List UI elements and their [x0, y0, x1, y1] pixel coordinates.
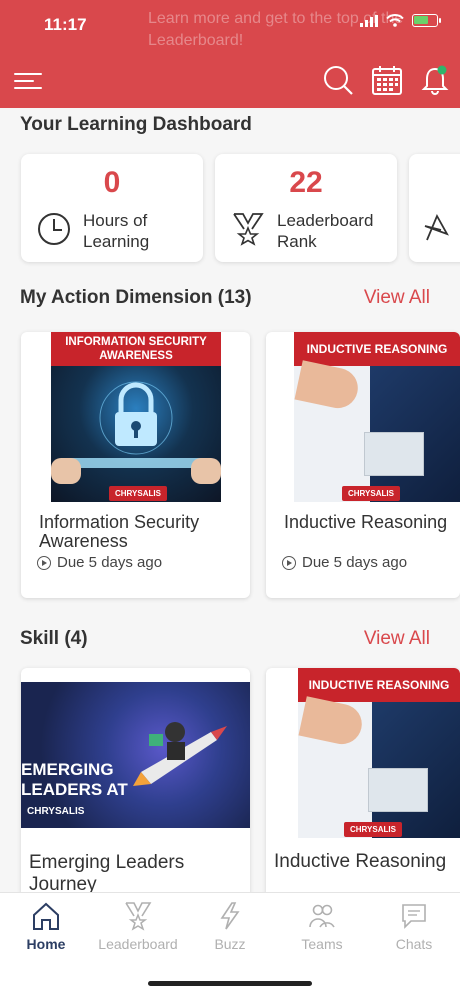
team-icon: [309, 904, 335, 928]
bell-icon[interactable]: [420, 64, 450, 96]
nav-chats-label: Chats: [395, 936, 433, 952]
calendar-icon[interactable]: [371, 64, 403, 96]
course-title: Information Security Awareness: [39, 512, 200, 551]
third-stat-card[interactable]: [409, 154, 460, 262]
due-text: Due 5 days ago: [302, 554, 408, 571]
play-circle-icon: [282, 555, 296, 570]
chrysalis-logo: CHRYSALIS: [342, 486, 400, 501]
home-indicator: [148, 981, 312, 986]
course-card-info-security[interactable]: INFORMATION SECURITY AWARENESS CHRYSALIS…: [21, 332, 250, 598]
nav-leaderboard[interactable]: Leaderboard: [92, 901, 184, 952]
chrysalis-logo: CHRYSALIS: [27, 806, 85, 817]
hours-value: 0: [103, 166, 121, 199]
rank-label: Leaderboard Rank: [277, 211, 374, 251]
leaderboard-rank-card[interactable]: 22 Leaderboard Rank: [215, 154, 397, 262]
emerging-leaders-banner: EMERGING LEADERS AT: [21, 760, 128, 799]
hours-of-learning-card[interactable]: 0 Hours of Learning: [21, 154, 203, 262]
wifi-icon: [386, 14, 404, 27]
status-icons: [360, 14, 441, 27]
home-icon: [33, 902, 59, 930]
course-card-inductive-reasoning-skill[interactable]: INDUCTIVE REASONING CHRYSALIS Inductive …: [266, 668, 460, 898]
due-text: Due 5 days ago: [57, 554, 163, 571]
chrysalis-logo: CHRYSALIS: [344, 822, 402, 837]
inductive-reasoning-thumbnail: INDUCTIVE REASONING CHRYSALIS: [298, 668, 460, 838]
play-circle-icon: [37, 555, 51, 570]
medal-icon: [125, 902, 152, 931]
info-security-banner: INFORMATION SECURITY AWARENESS: [51, 332, 221, 366]
search-icon[interactable]: [322, 64, 354, 96]
dashboard-title: Your Learning Dashboard: [20, 114, 252, 135]
nav-buzz-label: Buzz: [214, 936, 246, 952]
nav-chats[interactable]: Chats: [368, 901, 460, 952]
nav-home[interactable]: Home: [0, 901, 92, 952]
clock-icon: [38, 213, 70, 245]
skill-view-all-link[interactable]: View All: [364, 628, 430, 650]
app-header: Learn more and get to the top of the Lea…: [0, 0, 460, 108]
nav-teams-label: Teams: [301, 936, 343, 952]
rocket-icon: [133, 722, 227, 786]
hours-label: Hours of Learning: [83, 211, 150, 251]
due-status: Due 5 days ago: [282, 554, 407, 571]
course-title: Inductive Reasoning: [274, 851, 447, 872]
signal-icon: [360, 14, 378, 27]
medal-icon: [233, 213, 264, 246]
network-icon: [424, 213, 449, 241]
battery-icon: [412, 14, 441, 27]
nav-leaderboard-label: Leaderboard: [98, 936, 178, 952]
emerging-leaders-thumbnail: EMERGING LEADERS AT CHRYSALIS: [21, 682, 250, 828]
skill-title: Skill (4): [20, 628, 88, 649]
course-title: Inductive Reasoning: [284, 512, 448, 532]
chrysalis-logo: CHRYSALIS: [109, 486, 167, 501]
course-card-inductive-reasoning[interactable]: INDUCTIVE REASONING CHRYSALIS Inductive …: [266, 332, 460, 598]
chat-icon: [402, 904, 426, 929]
info-security-thumbnail: INFORMATION SECURITY AWARENESS CHRYSALIS: [51, 332, 221, 502]
course-card-emerging-leaders[interactable]: EMERGING LEADERS AT CHRYSALIS Emerging L…: [21, 668, 250, 898]
status-time: 11:17: [44, 15, 87, 34]
inductive-reasoning-thumbnail: INDUCTIVE REASONING CHRYSALIS: [294, 332, 460, 502]
bolt-icon: [220, 902, 240, 930]
nav-buzz[interactable]: Buzz: [184, 901, 276, 952]
course-title: Emerging Leaders Journey: [29, 852, 185, 895]
rank-value: 22: [289, 166, 323, 199]
padlock-icon: [99, 381, 173, 455]
nav-teams[interactable]: Teams: [276, 901, 368, 952]
action-view-all-link[interactable]: View All: [364, 287, 430, 309]
nav-home-label: Home: [26, 936, 66, 952]
action-dimension-title: My Action Dimension (13): [20, 287, 252, 308]
due-status: Due 5 days ago: [37, 554, 162, 571]
inductive-banner: INDUCTIVE REASONING: [294, 332, 460, 366]
menu-icon[interactable]: [14, 68, 42, 96]
inductive-banner: INDUCTIVE REASONING: [298, 668, 460, 702]
